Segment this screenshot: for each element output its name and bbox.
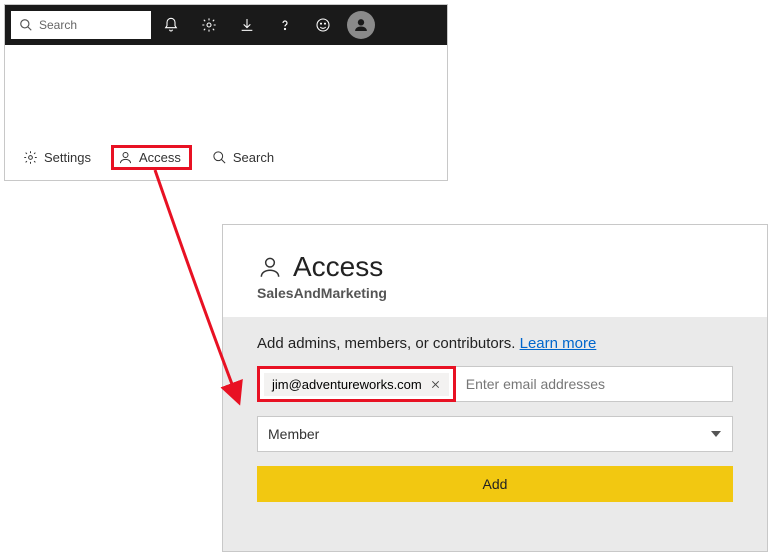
email-chip-text: jim@adventureworks.com	[272, 377, 422, 392]
close-icon[interactable]	[430, 379, 441, 390]
global-search-box[interactable]: Search	[11, 11, 151, 39]
tab-settings[interactable]: Settings	[17, 146, 97, 169]
tab-access[interactable]: Access	[111, 145, 192, 170]
bell-icon	[163, 17, 179, 33]
search-icon	[212, 150, 227, 165]
avatar	[347, 11, 375, 39]
settings-button[interactable]	[191, 5, 227, 45]
tab-label: Settings	[44, 150, 91, 165]
add-button[interactable]: Add	[257, 466, 733, 502]
help-button[interactable]	[267, 5, 303, 45]
feedback-button[interactable]	[305, 5, 341, 45]
person-icon	[257, 254, 283, 280]
global-search-placeholder: Search	[39, 18, 77, 32]
top-toolbar-panel: Search Settings Access	[4, 4, 448, 181]
access-body: Add admins, members, or contributors. Le…	[223, 317, 767, 551]
download-icon	[239, 17, 255, 33]
tab-label: Search	[233, 150, 274, 165]
prompt-text: Add admins, members, or contributors.	[257, 335, 520, 352]
access-panel: Access SalesAndMarketing Add admins, mem…	[222, 224, 768, 552]
help-icon	[277, 17, 293, 33]
learn-more-link[interactable]: Learn more	[520, 335, 597, 352]
role-select[interactable]: Member	[257, 416, 733, 452]
top-bar: Search	[5, 5, 447, 45]
download-button[interactable]	[229, 5, 265, 45]
workspace-name: SalesAndMarketing	[257, 285, 733, 301]
email-input[interactable]	[456, 367, 732, 401]
access-title: Access	[293, 251, 383, 283]
access-prompt: Add admins, members, or contributors. Le…	[257, 335, 733, 352]
smiley-icon	[315, 17, 331, 33]
person-icon	[118, 150, 133, 165]
search-icon	[19, 18, 33, 32]
person-icon	[353, 17, 369, 33]
gear-icon	[23, 150, 38, 165]
notifications-button[interactable]	[153, 5, 189, 45]
tab-row: Settings Access Search	[5, 134, 447, 180]
tab-label: Access	[139, 150, 181, 165]
email-chip[interactable]: jim@adventureworks.com	[264, 373, 449, 396]
tab-search[interactable]: Search	[206, 146, 280, 169]
account-button[interactable]	[343, 5, 379, 45]
access-title-row: Access	[257, 251, 733, 283]
access-header: Access SalesAndMarketing	[223, 225, 767, 317]
email-input-row: jim@adventureworks.com	[257, 366, 733, 402]
email-chip-highlight: jim@adventureworks.com	[257, 366, 456, 402]
role-select-wrap: Member	[257, 416, 733, 452]
gear-icon	[201, 17, 217, 33]
